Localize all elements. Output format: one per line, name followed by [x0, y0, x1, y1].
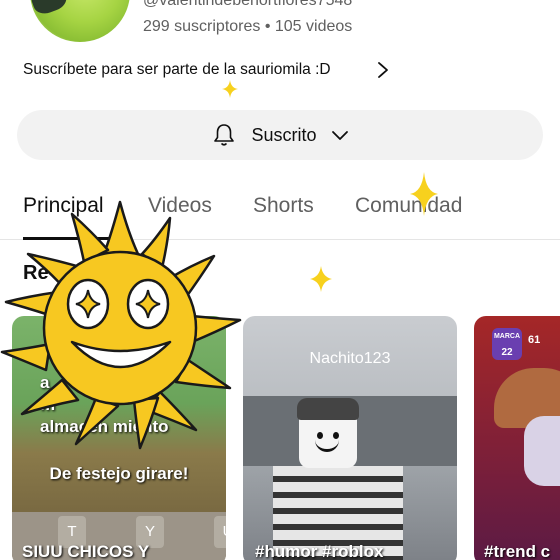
tab-shorts[interactable]: Shorts: [253, 194, 314, 218]
short-caption: De festejo girare!: [49, 464, 189, 483]
avatar-detail: [30, 0, 70, 18]
channel-handle: @valentindebenortflores7548: [143, 0, 353, 9]
badge-value: 22: [501, 347, 513, 358]
channel-stats: 299 suscriptores • 105 videos: [143, 18, 353, 35]
bell-icon: [214, 124, 235, 146]
subscribed-button[interactable]: Suscrito: [17, 110, 543, 160]
sparkle-icon: [222, 80, 238, 98]
subscribed-label: Suscrito: [251, 124, 317, 145]
sparkle-icon: [310, 266, 332, 292]
chevron-right-icon: [378, 62, 388, 78]
badge-label: MARCA: [493, 333, 521, 340]
rank-badge: MARCA 22: [492, 328, 522, 360]
keyboard-key: U: [214, 516, 226, 548]
avatar-hat: [297, 398, 359, 420]
channel-description: Suscríbete para ser parte de la sauriomi…: [23, 61, 331, 78]
tab-comunidad[interactable]: Comunidad: [355, 194, 462, 218]
short-card[interactable]: Nachito123 #humor #roblox: [243, 316, 457, 560]
sparkle-icon: [410, 172, 438, 216]
short-title: #trend c: [484, 542, 551, 560]
character-face: [524, 416, 560, 486]
short-title: #humor #roblox: [255, 542, 384, 560]
sun-sticker: [0, 200, 242, 450]
sun-face: [42, 250, 198, 406]
channel-avatar[interactable]: [30, 0, 130, 42]
player-nametag: Nachito123: [309, 350, 391, 367]
short-title: SIUU CHICOS Y: [22, 542, 150, 560]
channel-description-row[interactable]: Suscríbete para ser parte de la sauriomi…: [23, 58, 403, 82]
short-card[interactable]: MARCA 22 61 #trend c: [474, 316, 560, 560]
chevron-down-icon: [331, 131, 348, 140]
trophy-score: 61: [528, 334, 541, 346]
avatar-eye: [333, 432, 339, 439]
avatar-eye: [317, 432, 323, 439]
